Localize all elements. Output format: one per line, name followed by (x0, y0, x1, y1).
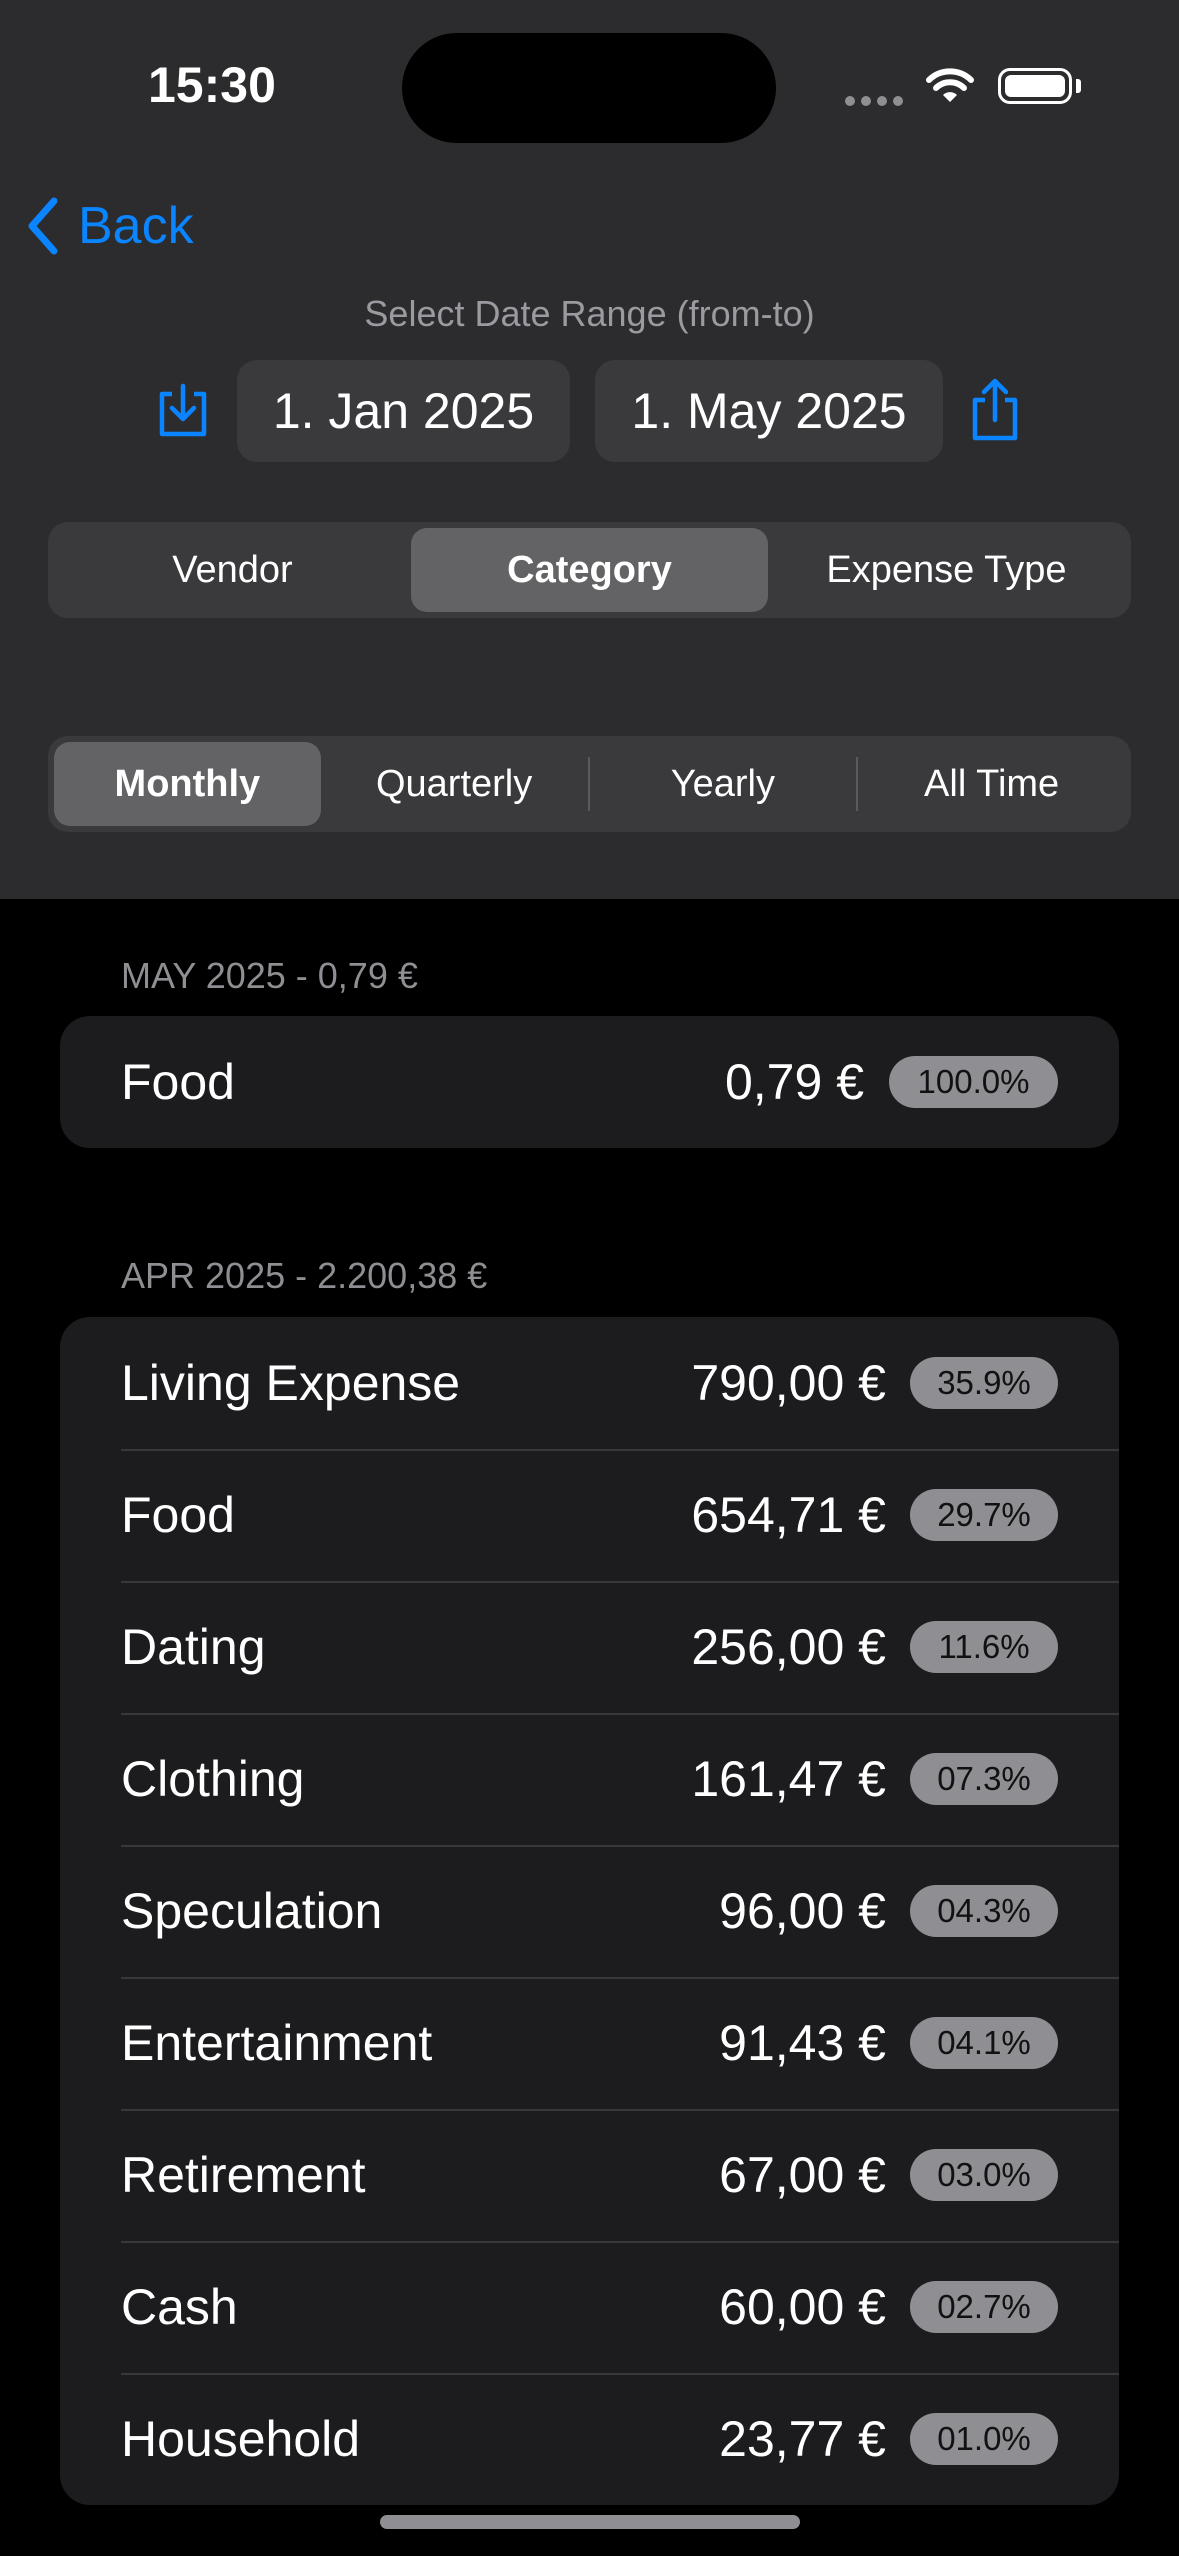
segment-monthly[interactable]: Monthly (54, 742, 321, 826)
segment-all-time[interactable]: All Time (858, 742, 1125, 826)
category-row[interactable]: Food 654,71 € 29.7% (60, 1449, 1119, 1581)
segment-yearly[interactable]: Yearly (590, 742, 857, 826)
category-amount: 67,00 € (719, 2147, 886, 2203)
category-row[interactable]: Speculation 96,00 € 04.3% (60, 1845, 1119, 1977)
category-name: Speculation (121, 1883, 383, 1939)
category-name: Food (121, 1054, 235, 1110)
date-to-picker[interactable]: 1. May 2025 (595, 360, 943, 462)
group-by-segmented-control: Vendor Category Expense Type (48, 522, 1131, 618)
category-row[interactable]: Clothing 161,47 € 07.3% (60, 1713, 1119, 1845)
dynamic-island (402, 33, 776, 143)
category-amount: 790,00 € (691, 1355, 886, 1411)
category-row[interactable]: Household 23,77 € 01.0% (60, 2373, 1119, 2505)
percent-badge: 100.0% (889, 1056, 1058, 1108)
percent-badge: 29.7% (910, 1489, 1058, 1541)
category-amount: 161,47 € (691, 1751, 886, 1807)
category-amount: 0,79 € (724, 1054, 864, 1110)
battery-nub (1076, 79, 1081, 93)
tray-arrow-down-icon[interactable] (154, 382, 212, 445)
category-name: Dating (121, 1619, 266, 1675)
square-arrow-up-icon[interactable] (968, 378, 1022, 447)
status-time: 15:30 (148, 57, 276, 113)
category-amount: 654,71 € (691, 1487, 886, 1543)
percent-badge: 35.9% (910, 1357, 1058, 1409)
percent-badge: 01.0% (910, 2413, 1058, 2465)
category-name: Clothing (121, 1751, 305, 1807)
percent-badge: 04.1% (910, 2017, 1058, 2069)
category-name: Cash (121, 2279, 238, 2335)
segment-vendor[interactable]: Vendor (54, 528, 411, 612)
segment-quarterly[interactable]: Quarterly (321, 742, 588, 826)
section-card-may-2025: Food 0,79 € 100.0% (60, 1016, 1119, 1148)
category-name: Entertainment (121, 2015, 433, 2071)
chevron-left-icon (28, 197, 58, 255)
category-name: Food (121, 1487, 235, 1543)
category-amount: 60,00 € (719, 2279, 886, 2335)
category-row[interactable]: Entertainment 91,43 € 04.1% (60, 1977, 1119, 2109)
category-amount: 91,43 € (719, 2015, 886, 2071)
category-amount: 23,77 € (719, 2411, 886, 2467)
date-from-picker[interactable]: 1. Jan 2025 (237, 360, 570, 462)
section-card-apr-2025: Living Expense 790,00 € 35.9% Food 654,7… (60, 1317, 1119, 2505)
category-name: Retirement (121, 2147, 366, 2203)
category-amount: 256,00 € (691, 1619, 886, 1675)
category-amount: 96,00 € (719, 1883, 886, 1939)
segment-expense-type[interactable]: Expense Type (768, 528, 1125, 612)
back-button[interactable]: Back (26, 196, 194, 256)
category-row[interactable]: Food 0,79 € 100.0% (60, 1016, 1119, 1148)
percent-badge: 07.3% (910, 1753, 1058, 1805)
category-row[interactable]: Living Expense 790,00 € 35.9% (60, 1317, 1119, 1449)
back-label: Back (78, 197, 194, 255)
section-header-apr-2025: APR 2025 - 2.200,38 € (121, 1255, 488, 1296)
wifi-icon (925, 66, 975, 111)
period-segmented-control: Monthly Quarterly Yearly All Time (48, 736, 1131, 832)
percent-badge: 04.3% (910, 1885, 1058, 1937)
category-row[interactable]: Cash 60,00 € 02.7% (60, 2241, 1119, 2373)
section-header-may-2025: MAY 2025 - 0,79 € (121, 955, 418, 996)
home-indicator[interactable] (380, 2515, 800, 2529)
percent-badge: 03.0% (910, 2149, 1058, 2201)
cellular-signal-icon (845, 96, 903, 106)
date-range-label: Select Date Range (from-to) (364, 293, 815, 334)
percent-badge: 11.6% (910, 1621, 1058, 1673)
segment-category[interactable]: Category (411, 528, 768, 612)
category-name: Household (121, 2411, 361, 2467)
category-row[interactable]: Dating 256,00 € 11.6% (60, 1581, 1119, 1713)
category-row[interactable]: Retirement 67,00 € 03.0% (60, 2109, 1119, 2241)
category-name: Living Expense (121, 1355, 461, 1411)
battery-icon (998, 68, 1072, 104)
percent-badge: 02.7% (910, 2281, 1058, 2333)
